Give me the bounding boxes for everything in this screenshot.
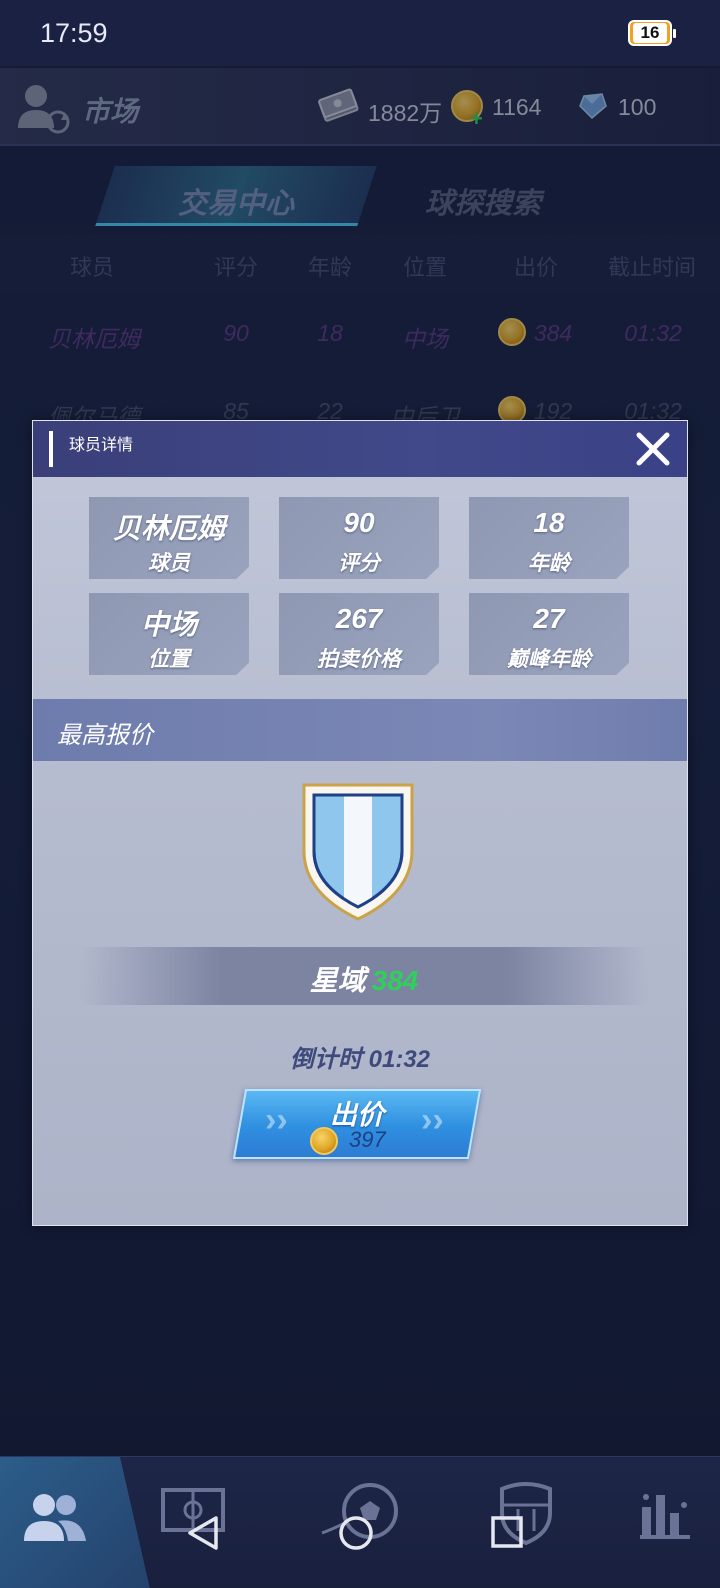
stat-card-auction-price: 267 拍卖价格 xyxy=(279,593,439,675)
bidder-name: 星域 xyxy=(309,965,366,996)
stat-card-position: 中场 位置 xyxy=(89,593,249,675)
stats-icon[interactable] xyxy=(638,1485,692,1541)
battery-icon: 16 xyxy=(628,20,676,46)
stat-value: 贝林厄姆 xyxy=(112,513,225,544)
players-icon[interactable] xyxy=(20,1487,90,1547)
back-icon[interactable] xyxy=(186,1515,220,1551)
coin-icon xyxy=(310,1127,338,1155)
player-detail-dialog: 球员详情 贝林厄姆 球员 90 评分 18 年龄 中场 位置 267 拍卖价格 … xyxy=(32,420,688,1226)
bid-price: 397 xyxy=(349,1127,386,1152)
stat-card-player: 贝林厄姆 球员 xyxy=(89,497,249,579)
top-bidder: 星域 384 xyxy=(79,959,649,999)
stat-card-peak-age: 27 巅峰年龄 xyxy=(469,593,629,675)
stat-card-age: 18 年龄 xyxy=(469,497,629,579)
dialog-header: 球员详情 xyxy=(33,421,687,477)
stat-label: 拍卖价格 xyxy=(317,648,401,671)
stat-label: 评分 xyxy=(338,552,380,575)
top-bidder-bar: 星域 384 xyxy=(79,947,649,1005)
stat-label: 位置 xyxy=(148,648,190,671)
stat-value: 90 xyxy=(343,507,375,538)
stat-value: 27 xyxy=(533,603,565,634)
stat-value: 267 xyxy=(335,603,383,634)
highest-bid-section-header: 最高报价 xyxy=(33,699,687,761)
battery-level: 16 xyxy=(633,23,667,43)
recents-icon[interactable] xyxy=(490,1515,524,1549)
team-shield-icon xyxy=(302,783,414,921)
close-icon[interactable] xyxy=(633,429,673,469)
section-title: 最高报价 xyxy=(57,722,153,749)
stat-value: 中场 xyxy=(140,609,197,640)
countdown-timer: 倒计时 01:32 xyxy=(289,1046,431,1073)
bottom-navigation xyxy=(0,1456,720,1588)
dialog-title: 球员详情 xyxy=(69,437,134,454)
clock: 17:59 xyxy=(40,18,108,48)
stat-label: 球员 xyxy=(148,552,190,575)
stat-label: 巅峰年龄 xyxy=(507,648,591,671)
status-bar: 17:59 16 xyxy=(0,0,720,66)
stat-value: 18 xyxy=(533,507,565,538)
header-accent-bar xyxy=(49,431,53,467)
stat-label: 年龄 xyxy=(528,552,570,575)
bidder-amount: 384 xyxy=(371,965,419,996)
home-icon[interactable] xyxy=(338,1515,374,1551)
stat-card-rating: 90 评分 xyxy=(279,497,439,579)
